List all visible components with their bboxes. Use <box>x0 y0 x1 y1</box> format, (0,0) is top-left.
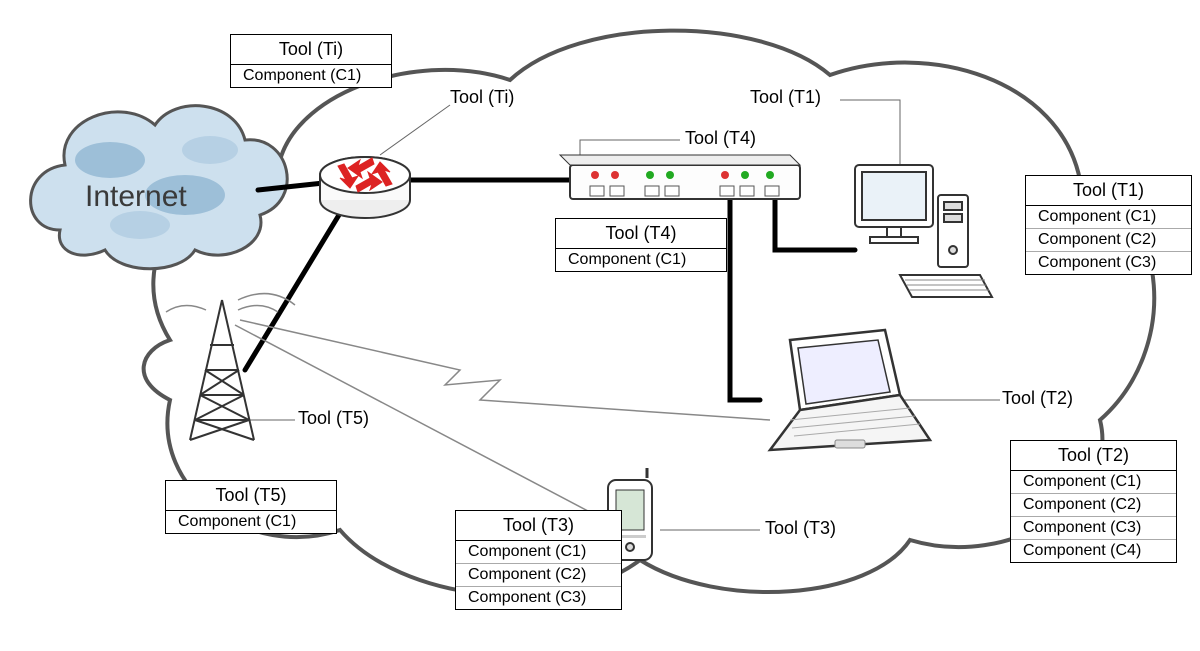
t5-box: Tool (T5) Component (C1) <box>165 480 337 534</box>
internet-label: Internet <box>85 180 187 214</box>
ti-box-row: Component (C1) <box>231 65 391 87</box>
t2-box-title: Tool (T2) <box>1011 441 1176 471</box>
t1-box: Tool (T1) Component (C1) Component (C2) … <box>1025 175 1192 275</box>
thick-links <box>245 180 855 400</box>
t3-box-row: Component (C3) <box>456 586 621 609</box>
phone-inline-label: Tool (T3) <box>765 518 836 539</box>
t5-box-title: Tool (T5) <box>166 481 336 511</box>
ti-box-title: Tool (Ti) <box>231 35 391 65</box>
pc-inline-label: Tool (T1) <box>750 87 821 108</box>
t3-box: Tool (T3) Component (C1) Component (C2) … <box>455 510 622 610</box>
ti-box: Tool (Ti) Component (C1) <box>230 34 392 88</box>
t2-box: Tool (T2) Component (C1) Component (C2) … <box>1010 440 1177 563</box>
t2-box-row: Component (C3) <box>1011 516 1176 539</box>
t2-box-row: Component (C4) <box>1011 539 1176 562</box>
t3-box-row: Component (C1) <box>456 541 621 563</box>
radio-tower-icon <box>166 294 295 440</box>
t1-box-row: Component (C1) <box>1026 206 1191 228</box>
t1-box-row: Component (C2) <box>1026 228 1191 251</box>
switch-inline-label: Tool (T4) <box>685 128 756 149</box>
t4-box: Tool (T4) Component (C1) <box>555 218 727 272</box>
t1-box-row: Component (C3) <box>1026 251 1191 274</box>
t4-box-row: Component (C1) <box>556 249 726 271</box>
tower-inline-label: Tool (T5) <box>298 408 369 429</box>
t2-box-row: Component (C1) <box>1011 471 1176 493</box>
t2-box-row: Component (C2) <box>1011 493 1176 516</box>
t1-box-title: Tool (T1) <box>1026 176 1191 206</box>
router-icon <box>320 157 410 218</box>
t4-box-title: Tool (T4) <box>556 219 726 249</box>
t3-box-row: Component (C2) <box>456 563 621 586</box>
desktop-pc-icon <box>855 165 992 297</box>
t3-box-title: Tool (T3) <box>456 511 621 541</box>
router-inline-label: Tool (Ti) <box>450 87 514 108</box>
laptop-icon <box>770 330 930 450</box>
leader-lines <box>230 100 1000 530</box>
laptop-inline-label: Tool (T2) <box>1002 388 1073 409</box>
t5-box-row: Component (C1) <box>166 511 336 533</box>
switch-icon <box>560 155 800 199</box>
wireless-link-laptop <box>240 320 770 420</box>
